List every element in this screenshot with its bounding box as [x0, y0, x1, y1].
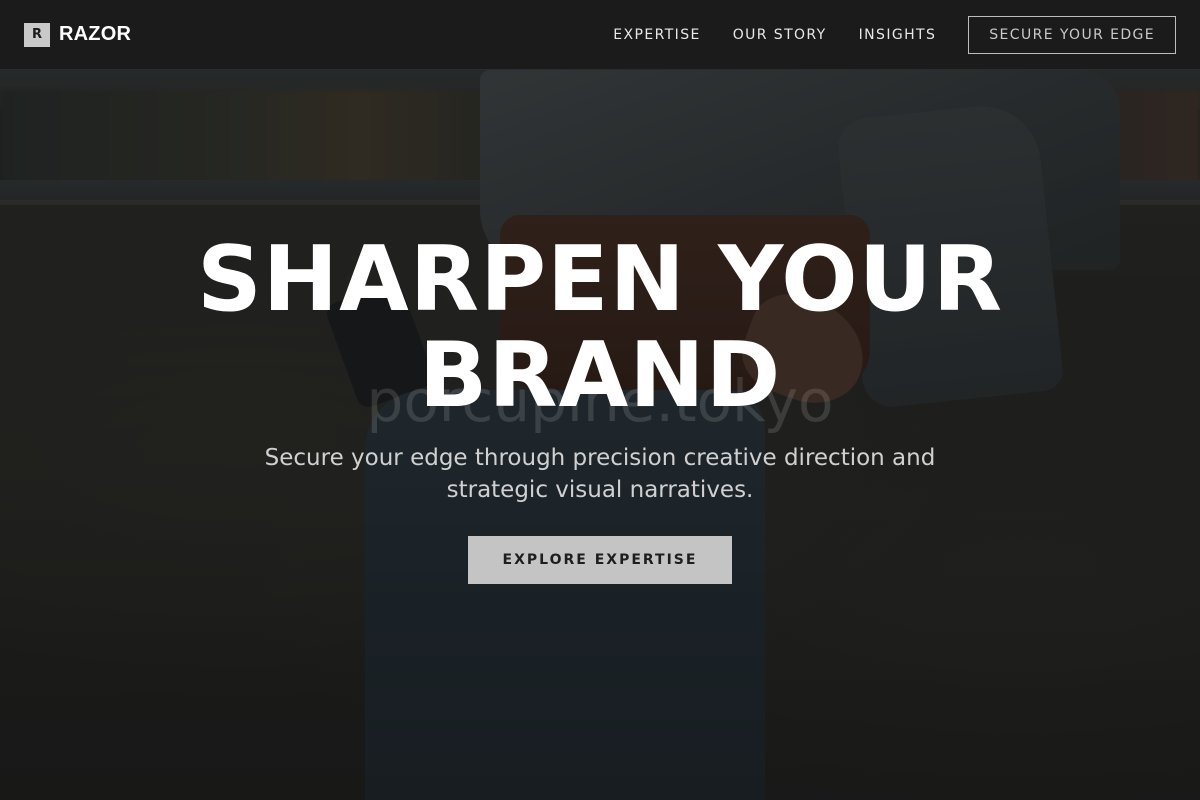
hero-title: SHARPEN YOUR BRAND: [196, 227, 1004, 428]
site-header: R RAZOR EXPERTISE OUR STORY INSIGHTS SEC…: [0, 0, 1200, 70]
nav-link-insights[interactable]: INSIGHTS: [859, 27, 937, 43]
secure-your-edge-button[interactable]: SECURE YOUR EDGE: [968, 15, 1176, 54]
main-nav: EXPERTISE OUR STORY INSIGHTS SECURE YOUR…: [581, 15, 1176, 54]
brand-name: RAZOR: [59, 23, 132, 45]
hero-subtitle: Secure your edge through precision creat…: [264, 445, 936, 503]
logo-mark-icon: R: [24, 22, 50, 47]
landing-page: R RAZOR EXPERTISE OUR STORY INSIGHTS SEC…: [0, 0, 1200, 800]
brand-logo-link[interactable]: R RAZOR: [24, 22, 132, 47]
explore-expertise-button[interactable]: EXPLORE EXPERTISE: [468, 536, 732, 584]
nav-link-expertise[interactable]: EXPERTISE: [613, 27, 700, 43]
nav-link-our-story[interactable]: OUR STORY: [733, 27, 827, 43]
hero-section: SHARPEN YOUR BRAND Secure your edge thro…: [0, 232, 1200, 584]
